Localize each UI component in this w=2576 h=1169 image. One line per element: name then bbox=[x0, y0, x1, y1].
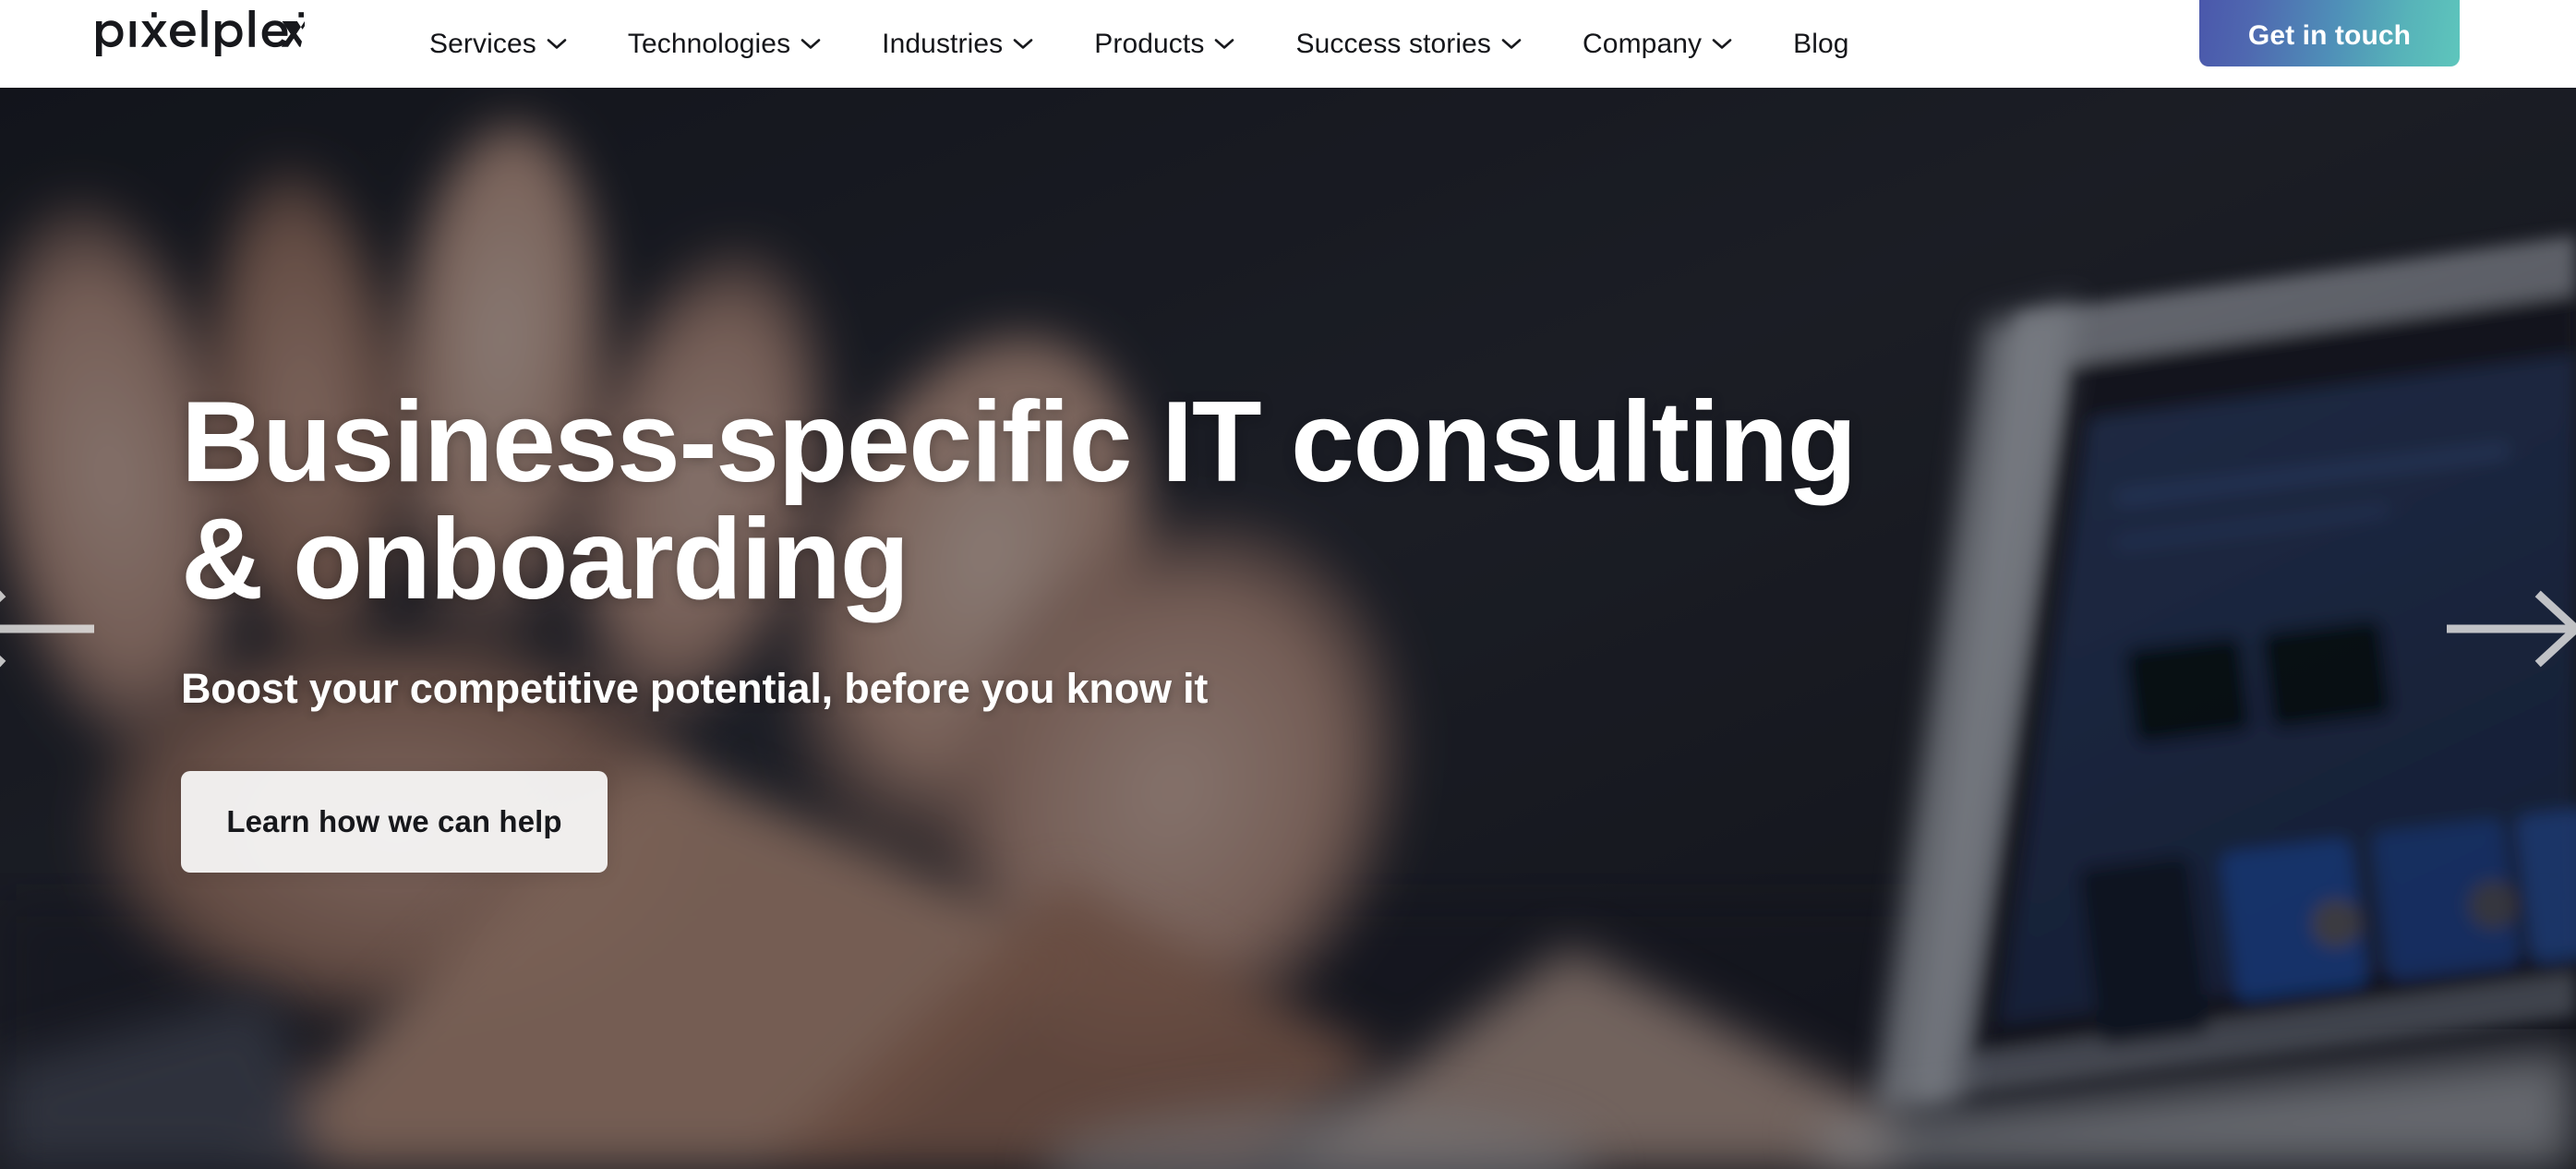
nav-item-label: Services bbox=[429, 28, 536, 59]
hero-content: Business-specific IT consulting & onboar… bbox=[181, 88, 1857, 1169]
hero-section: Business-specific IT consulting & onboar… bbox=[0, 88, 2576, 1169]
nav-item-label: Success stories bbox=[1295, 28, 1492, 59]
nav-item-label: Technologies bbox=[627, 28, 791, 59]
learn-how-we-can-help-button[interactable]: Learn how we can help bbox=[181, 770, 608, 873]
chevron-down-icon bbox=[1501, 39, 1522, 49]
carousel-prev-arrow[interactable] bbox=[0, 589, 94, 669]
nav-item-blog[interactable]: Blog bbox=[1763, 0, 1879, 88]
nav-item-industries[interactable]: Industries bbox=[851, 0, 1064, 88]
nav-item-success-stories[interactable]: Success stories bbox=[1265, 0, 1552, 88]
nav-item-services[interactable]: Services bbox=[399, 0, 597, 88]
chevron-down-icon bbox=[1013, 39, 1033, 49]
main-menu: Services Technologies Industries Product… bbox=[399, 0, 1880, 88]
pixelplex-logo[interactable] bbox=[94, 6, 307, 58]
chevron-down-icon bbox=[1712, 39, 1732, 49]
carousel-next-arrow[interactable] bbox=[2447, 589, 2576, 669]
hero-subheadline: Boost your competitive potential, before… bbox=[181, 664, 1209, 712]
nav-item-label: Industries bbox=[882, 28, 1004, 59]
chevron-down-icon bbox=[547, 39, 567, 49]
nav-item-label: Blog bbox=[1793, 28, 1849, 59]
nav-item-products[interactable]: Products bbox=[1064, 0, 1265, 88]
chevron-down-icon bbox=[800, 39, 821, 49]
get-in-touch-label: Get in touch bbox=[2247, 20, 2412, 51]
chevron-down-icon bbox=[1215, 39, 1234, 49]
nav-item-label: Company bbox=[1583, 28, 1703, 59]
learn-more-label: Learn how we can help bbox=[226, 803, 562, 838]
nav-item-company[interactable]: Company bbox=[1552, 0, 1763, 88]
hero-headline: Business-specific IT consulting & onboar… bbox=[181, 379, 1857, 623]
get-in-touch-button[interactable]: Get in touch bbox=[2199, 0, 2460, 66]
nav-item-label: Products bbox=[1094, 28, 1205, 59]
top-navigation-bar: Services Technologies Industries Product… bbox=[0, 0, 2576, 88]
pixelplex-logo-mark bbox=[96, 10, 305, 56]
nav-item-technologies[interactable]: Technologies bbox=[597, 0, 851, 88]
